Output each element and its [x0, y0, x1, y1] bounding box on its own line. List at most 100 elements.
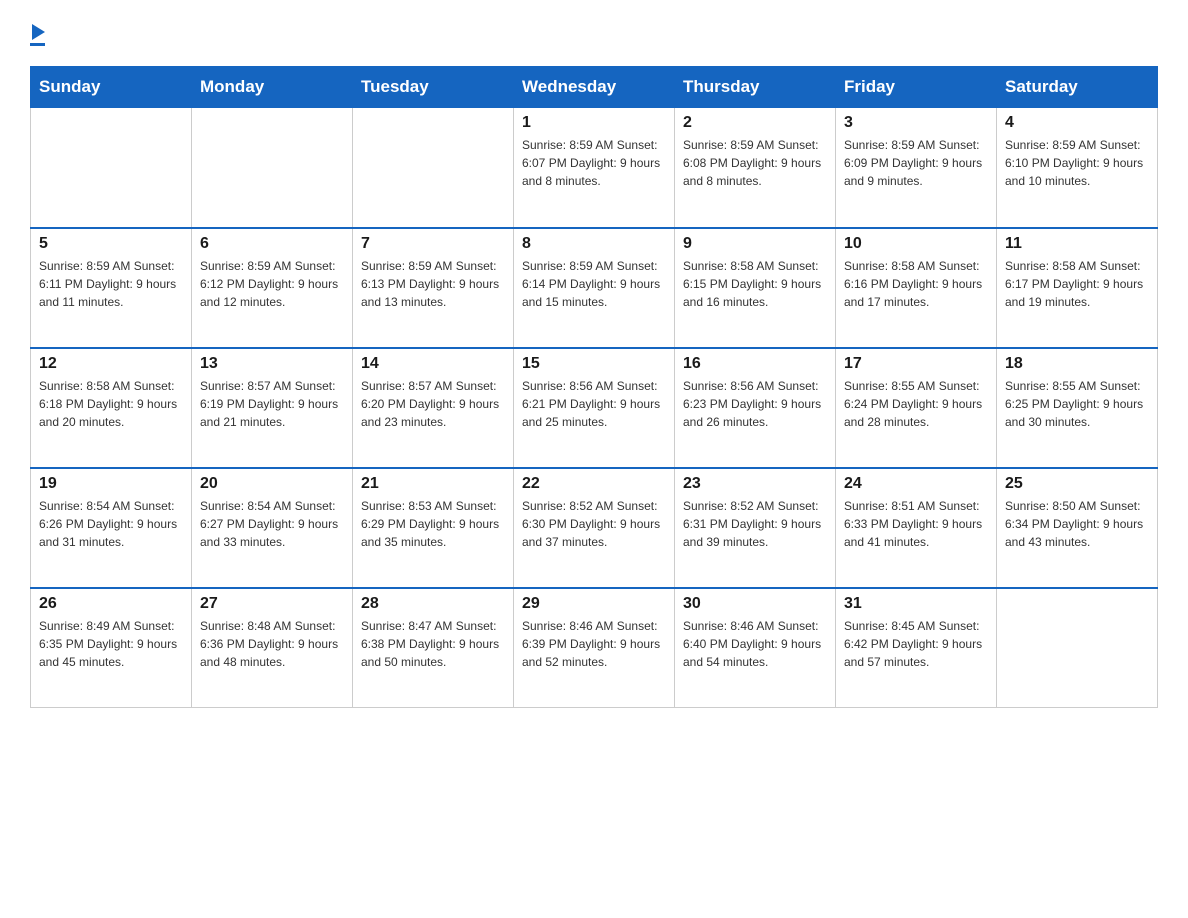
calendar-cell	[353, 108, 514, 228]
day-info: Sunrise: 8:54 AM Sunset: 6:26 PM Dayligh…	[39, 497, 183, 551]
calendar-cell: 18 Sunrise: 8:55 AM Sunset: 6:25 PM Dayli…	[997, 348, 1158, 468]
calendar-cell: 24Sunrise: 8:51 AM Sunset: 6:33 PM Dayli…	[836, 468, 997, 588]
day-header-sunday: Sunday	[31, 67, 192, 108]
calendar-cell: 3 Sunrise: 8:59 AM Sunset: 6:09 PM Daylig…	[836, 108, 997, 228]
day-info: Sunrise: 8:46 AM Sunset: 6:39 PM Dayligh…	[522, 617, 666, 671]
day-number: 29	[522, 595, 666, 613]
day-info: Sunrise: 8:57 AM Sunset: 6:20 PM Dayligh…	[361, 377, 505, 431]
day-number: 30	[683, 595, 827, 613]
day-info: Sunrise: 8:55 AM Sunset: 6:25 PM Dayligh…	[1005, 377, 1149, 431]
day-info: Sunrise: 8:56 AM Sunset: 6:21 PM Dayligh…	[522, 377, 666, 431]
calendar-cell: 16Sunrise: 8:56 AM Sunset: 6:23 PM Dayli…	[675, 348, 836, 468]
calendar-cell: 30Sunrise: 8:46 AM Sunset: 6:40 PM Dayli…	[675, 588, 836, 708]
day-number: 15	[522, 355, 666, 373]
calendar-cell: 15 Sunrise: 8:56 AM Sunset: 6:21 PM Dayli…	[514, 348, 675, 468]
day-number: 17	[844, 355, 988, 373]
day-number: 27	[200, 595, 344, 613]
calendar-cell: 7 Sunrise: 8:59 AM Sunset: 6:13 PM Daylig…	[353, 228, 514, 348]
day-info: Sunrise: 8:59 AM Sunset: 6:11 PM Dayligh…	[39, 257, 183, 311]
calendar-table: SundayMondayTuesdayWednesdayThursdayFrid…	[30, 66, 1158, 708]
calendar-week-4: 19 Sunrise: 8:54 AM Sunset: 6:26 PM Dayli…	[31, 468, 1158, 588]
day-number: 1	[522, 114, 666, 132]
calendar-cell: 29 Sunrise: 8:46 AM Sunset: 6:39 PM Dayli…	[514, 588, 675, 708]
calendar-cell: 4Sunrise: 8:59 AM Sunset: 6:10 PM Daylig…	[997, 108, 1158, 228]
day-info: Sunrise: 8:52 AM Sunset: 6:30 PM Dayligh…	[522, 497, 666, 551]
day-header-tuesday: Tuesday	[353, 67, 514, 108]
day-info: Sunrise: 8:59 AM Sunset: 6:09 PM Dayligh…	[844, 136, 988, 190]
calendar-cell: 21Sunrise: 8:53 AM Sunset: 6:29 PM Dayli…	[353, 468, 514, 588]
day-info: Sunrise: 8:52 AM Sunset: 6:31 PM Dayligh…	[683, 497, 827, 551]
day-number: 18	[1005, 355, 1149, 373]
day-number: 25	[1005, 475, 1149, 493]
calendar-cell: 27 Sunrise: 8:48 AM Sunset: 6:36 PM Dayli…	[192, 588, 353, 708]
day-info: Sunrise: 8:55 AM Sunset: 6:24 PM Dayligh…	[844, 377, 988, 431]
day-info: Sunrise: 8:58 AM Sunset: 6:15 PM Dayligh…	[683, 257, 827, 311]
calendar-cell: 6Sunrise: 8:59 AM Sunset: 6:12 PM Daylig…	[192, 228, 353, 348]
day-info: Sunrise: 8:48 AM Sunset: 6:36 PM Dayligh…	[200, 617, 344, 671]
calendar-cell: 1 Sunrise: 8:59 AM Sunset: 6:07 PM Daylig…	[514, 108, 675, 228]
day-number: 10	[844, 235, 988, 253]
day-number: 3	[844, 114, 988, 132]
day-info: Sunrise: 8:56 AM Sunset: 6:23 PM Dayligh…	[683, 377, 827, 431]
day-number: 31	[844, 595, 988, 613]
calendar-cell: 31 Sunrise: 8:45 AM Sunset: 6:42 PM Dayli…	[836, 588, 997, 708]
day-info: Sunrise: 8:50 AM Sunset: 6:34 PM Dayligh…	[1005, 497, 1149, 551]
logo-arrow-icon	[32, 24, 45, 40]
calendar-cell: 9 Sunrise: 8:58 AM Sunset: 6:15 PM Daylig…	[675, 228, 836, 348]
day-info: Sunrise: 8:58 AM Sunset: 6:16 PM Dayligh…	[844, 257, 988, 311]
calendar-cell: 26 Sunrise: 8:49 AM Sunset: 6:35 PM Dayli…	[31, 588, 192, 708]
day-info: Sunrise: 8:57 AM Sunset: 6:19 PM Dayligh…	[200, 377, 344, 431]
day-header-wednesday: Wednesday	[514, 67, 675, 108]
day-number: 23	[683, 475, 827, 493]
calendar-cell: 2Sunrise: 8:59 AM Sunset: 6:08 PM Daylig…	[675, 108, 836, 228]
page-header	[30, 20, 1158, 46]
day-number: 6	[200, 235, 344, 253]
day-number: 9	[683, 235, 827, 253]
day-number: 22	[522, 475, 666, 493]
day-number: 13	[200, 355, 344, 373]
calendar-cell: 11 Sunrise: 8:58 AM Sunset: 6:17 PM Dayli…	[997, 228, 1158, 348]
calendar-week-2: 5 Sunrise: 8:59 AM Sunset: 6:11 PM Daylig…	[31, 228, 1158, 348]
logo	[30, 20, 45, 46]
day-number: 5	[39, 235, 183, 253]
calendar-cell	[997, 588, 1158, 708]
calendar-week-3: 12Sunrise: 8:58 AM Sunset: 6:18 PM Dayli…	[31, 348, 1158, 468]
calendar-cell: 22 Sunrise: 8:52 AM Sunset: 6:30 PM Dayli…	[514, 468, 675, 588]
calendar-cell: 10 Sunrise: 8:58 AM Sunset: 6:16 PM Dayli…	[836, 228, 997, 348]
day-header-thursday: Thursday	[675, 67, 836, 108]
day-info: Sunrise: 8:53 AM Sunset: 6:29 PM Dayligh…	[361, 497, 505, 551]
day-info: Sunrise: 8:51 AM Sunset: 6:33 PM Dayligh…	[844, 497, 988, 551]
calendar-cell: 20 Sunrise: 8:54 AM Sunset: 6:27 PM Dayli…	[192, 468, 353, 588]
calendar-cell: 12Sunrise: 8:58 AM Sunset: 6:18 PM Dayli…	[31, 348, 192, 468]
day-number: 7	[361, 235, 505, 253]
day-number: 8	[522, 235, 666, 253]
calendar-cell: 13 Sunrise: 8:57 AM Sunset: 6:19 PM Dayli…	[192, 348, 353, 468]
day-header-monday: Monday	[192, 67, 353, 108]
calendar-week-5: 26 Sunrise: 8:49 AM Sunset: 6:35 PM Dayli…	[31, 588, 1158, 708]
calendar-cell	[31, 108, 192, 228]
day-number: 11	[1005, 235, 1149, 253]
day-header-saturday: Saturday	[997, 67, 1158, 108]
calendar-cell: 5 Sunrise: 8:59 AM Sunset: 6:11 PM Daylig…	[31, 228, 192, 348]
calendar-cell: 8 Sunrise: 8:59 AM Sunset: 6:14 PM Daylig…	[514, 228, 675, 348]
day-number: 20	[200, 475, 344, 493]
day-number: 14	[361, 355, 505, 373]
calendar-cell: 17 Sunrise: 8:55 AM Sunset: 6:24 PM Dayli…	[836, 348, 997, 468]
calendar-week-1: 1 Sunrise: 8:59 AM Sunset: 6:07 PM Daylig…	[31, 108, 1158, 228]
day-info: Sunrise: 8:45 AM Sunset: 6:42 PM Dayligh…	[844, 617, 988, 671]
calendar-cell: 28Sunrise: 8:47 AM Sunset: 6:38 PM Dayli…	[353, 588, 514, 708]
day-number: 19	[39, 475, 183, 493]
day-info: Sunrise: 8:47 AM Sunset: 6:38 PM Dayligh…	[361, 617, 505, 671]
day-number: 4	[1005, 114, 1149, 132]
day-info: Sunrise: 8:59 AM Sunset: 6:13 PM Dayligh…	[361, 257, 505, 311]
day-number: 12	[39, 355, 183, 373]
day-number: 26	[39, 595, 183, 613]
day-info: Sunrise: 8:59 AM Sunset: 6:14 PM Dayligh…	[522, 257, 666, 311]
day-number: 2	[683, 114, 827, 132]
day-info: Sunrise: 8:59 AM Sunset: 6:07 PM Dayligh…	[522, 136, 666, 190]
day-info: Sunrise: 8:58 AM Sunset: 6:17 PM Dayligh…	[1005, 257, 1149, 311]
day-info: Sunrise: 8:49 AM Sunset: 6:35 PM Dayligh…	[39, 617, 183, 671]
day-info: Sunrise: 8:54 AM Sunset: 6:27 PM Dayligh…	[200, 497, 344, 551]
day-header-friday: Friday	[836, 67, 997, 108]
calendar-cell	[192, 108, 353, 228]
